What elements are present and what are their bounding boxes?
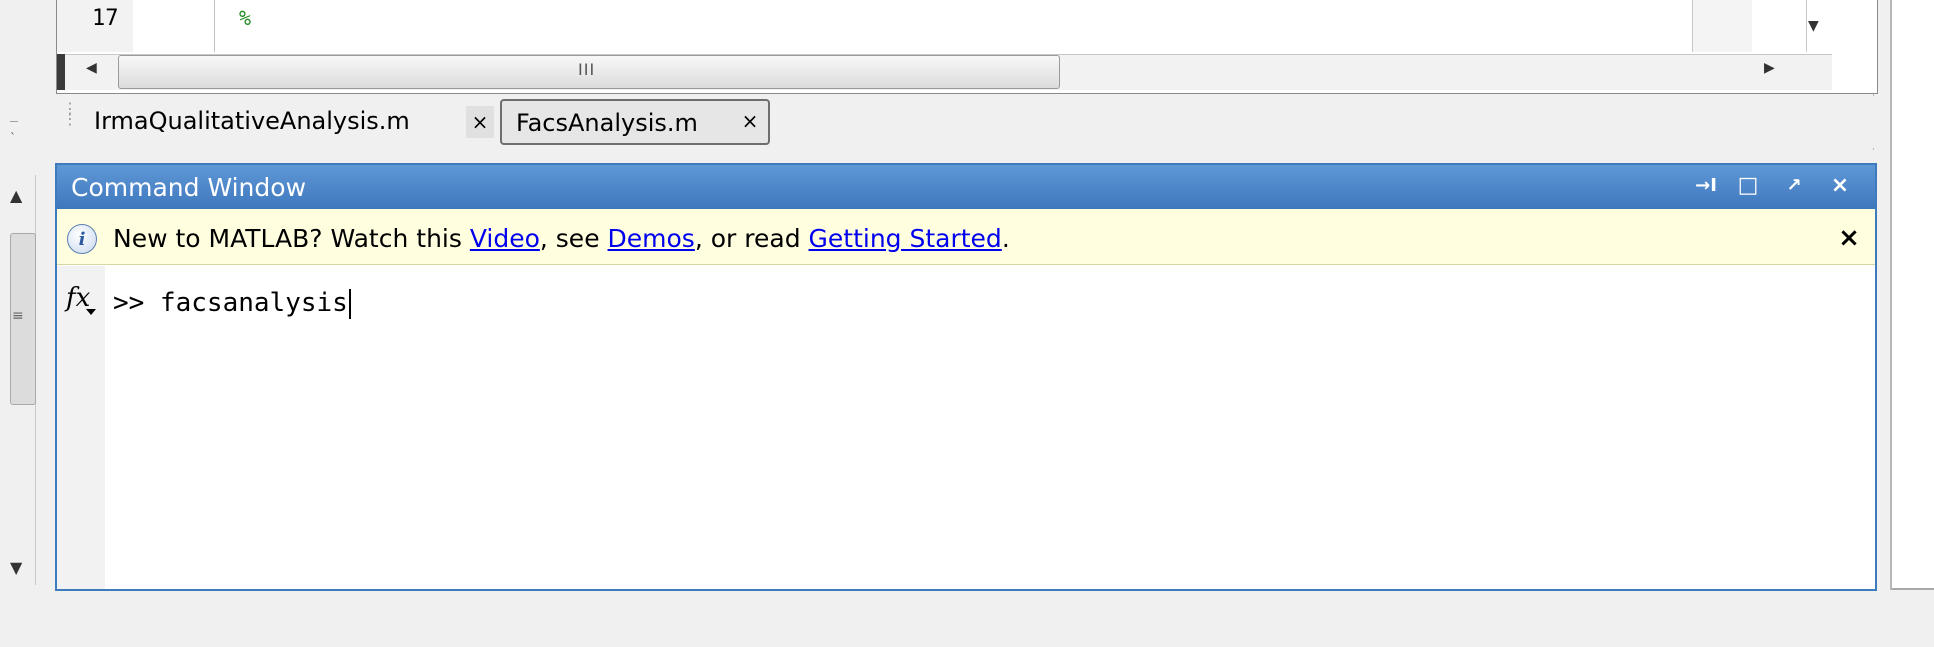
tab-facs-analysis[interactable]: FacsAnalysis.m [500, 99, 770, 145]
tab-label: FacsAnalysis.m [516, 109, 698, 137]
grip-icon: ≡ [12, 308, 24, 324]
command-input-line[interactable]: >> facsanalysis [113, 287, 351, 319]
tab-close-button[interactable]: × [737, 106, 763, 136]
command-window-title-bar[interactable] [57, 165, 1875, 209]
info-message: New to MATLAB? Watch this Video, see Dem… [113, 223, 1010, 255]
scroll-down-arrow-icon[interactable]: ▼ [1808, 18, 1819, 34]
right-panel-bottom-border [1892, 588, 1934, 590]
command-window-title: Command Window [71, 173, 307, 202]
scroll-right-arrow-icon[interactable]: ▶ [1764, 60, 1775, 76]
info-text-part: . [1001, 224, 1010, 253]
scrollbar-divider [1806, 0, 1807, 52]
close-icon[interactable]: × [1822, 170, 1858, 202]
getting-started-link[interactable]: Getting Started [809, 224, 1002, 253]
editor-vertical-scrollbar[interactable] [1692, 0, 1752, 52]
info-text-part: , or read [694, 224, 809, 253]
undock-icon[interactable]: →I [1688, 170, 1724, 202]
info-icon: i [67, 224, 97, 254]
info-text-part: , see [539, 224, 608, 253]
tab-label: IrmaQualitativeAnalysis.m [94, 107, 410, 135]
maximize-icon[interactable]: □ [1730, 170, 1766, 202]
drag-grip-icon[interactable]: ⋮ ⋮ [62, 101, 78, 127]
line-number: 17 [92, 6, 119, 31]
text-cursor [348, 288, 351, 319]
right-panel [1892, 0, 1934, 590]
demos-link[interactable]: Demos [608, 224, 695, 253]
scrollbar-edge [57, 54, 65, 90]
left-resize-tick: ˋ [10, 131, 16, 145]
chevron-down-icon[interactable] [86, 309, 96, 315]
popout-icon[interactable]: ↗ [1776, 170, 1812, 202]
scrollbar-grip: III [578, 60, 596, 79]
video-link[interactable]: Video [470, 224, 540, 253]
code-folding-gutter [133, 0, 215, 52]
info-text-part: New to MATLAB? Watch this [113, 224, 470, 253]
tab-close-button[interactable]: × [466, 106, 494, 138]
command-input[interactable]: facsanalysis [160, 288, 348, 318]
command-prompt: >> [113, 288, 160, 318]
scroll-down-arrow-icon[interactable]: ▼ [10, 558, 22, 577]
info-bar-close-button[interactable]: × [1834, 222, 1864, 254]
tab-irma-qualitative-analysis[interactable]: IrmaQualitativeAnalysis.m [80, 99, 490, 145]
command-gutter [57, 266, 105, 589]
scroll-left-arrow-icon[interactable]: ◀ [86, 60, 97, 76]
right-panel-divider [1890, 0, 1892, 590]
scroll-up-arrow-icon[interactable]: ▲ [10, 186, 22, 205]
code-line[interactable]: % [239, 6, 251, 30]
left-panel-divider [10, 121, 18, 122]
